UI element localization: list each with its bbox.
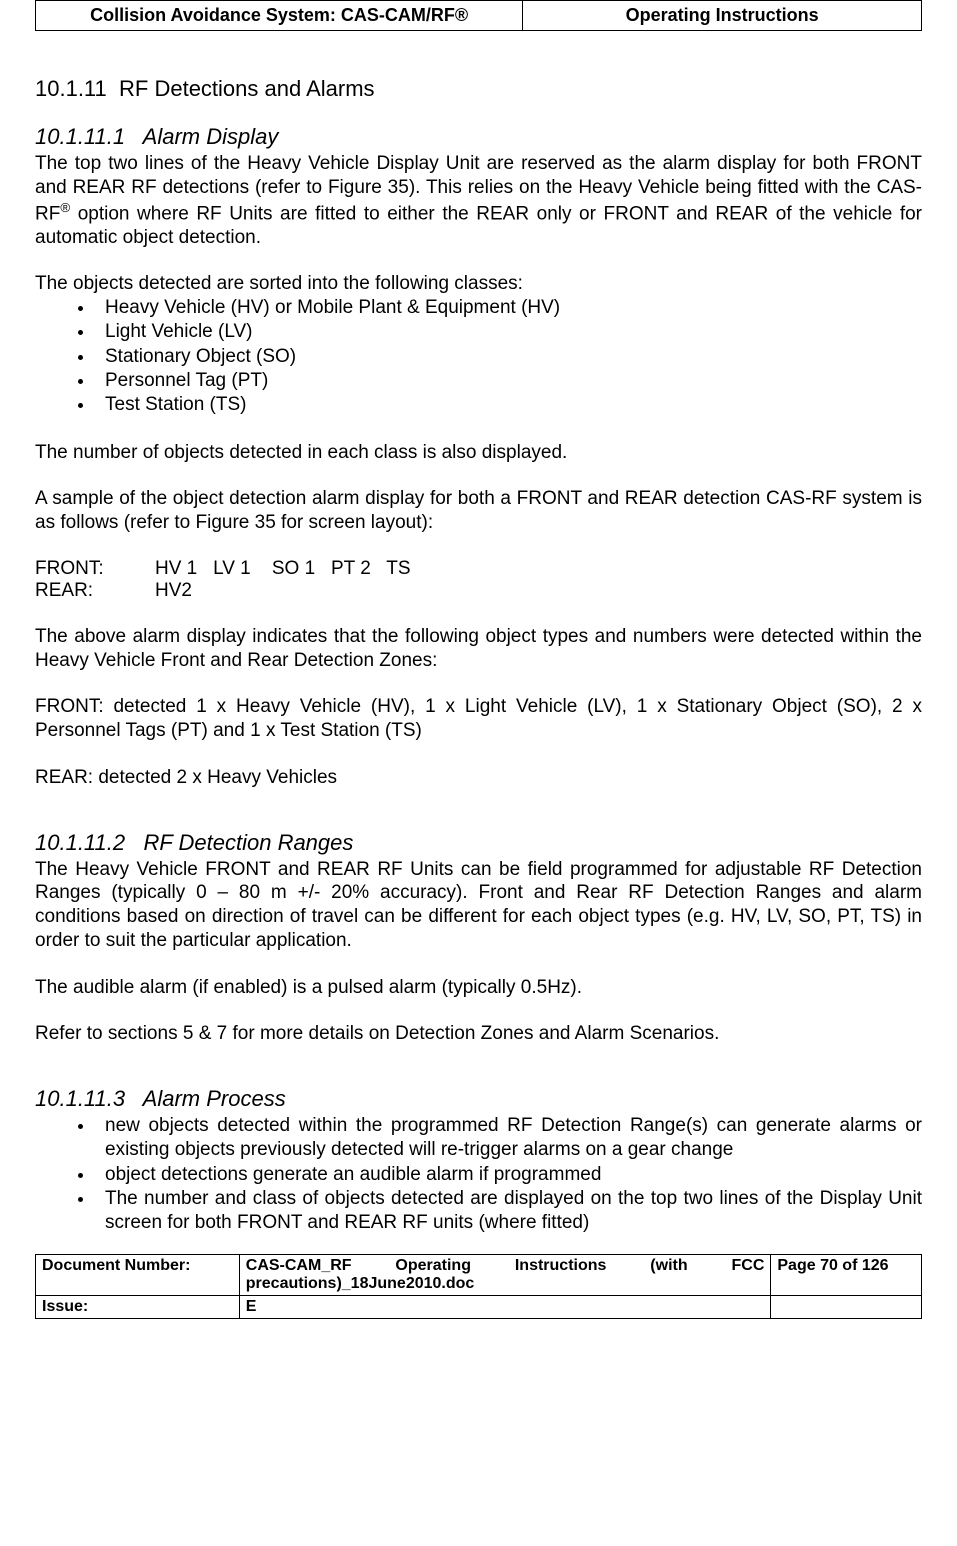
list-item: Test Station (TS) <box>95 393 922 417</box>
sample-rear-label: REAR: <box>35 580 155 602</box>
subsection-2-heading: 10.1.11.2 RF Detection Ranges <box>35 830 922 856</box>
sub1-para3: The number of objects detected in each c… <box>35 441 922 465</box>
sub2-para2: The audible alarm (if enabled) is a puls… <box>35 976 922 1000</box>
alarm-process-list: new objects detected within the programm… <box>35 1114 922 1236</box>
doc-number-value: CAS-CAM_RF Operating Instructions (with … <box>239 1254 771 1295</box>
sub2-para1: The Heavy Vehicle FRONT and REAR RF Unit… <box>35 858 922 953</box>
issue-label: Issue: <box>36 1295 240 1318</box>
list-item: Personnel Tag (PT) <box>95 369 922 393</box>
subsection-3-number: 10.1.11.3 <box>35 1086 125 1111</box>
sample-front-value: HV 1 LV 1 SO 1 PT 2 TS <box>155 558 411 580</box>
list-item: Light Vehicle (LV) <box>95 320 922 344</box>
subsection-2-title: RF Detection Ranges <box>143 830 353 855</box>
sub1-para7: REAR: detected 2 x Heavy Vehicles <box>35 766 922 790</box>
subsection-2-number: 10.1.11.2 <box>35 830 125 855</box>
object-class-list: Heavy Vehicle (HV) or Mobile Plant & Equ… <box>35 296 922 418</box>
subsection-1-title: Alarm Display <box>143 124 279 149</box>
issue-value: E <box>239 1295 771 1318</box>
subsection-3-title: Alarm Process <box>143 1086 286 1111</box>
sample-front-row: FRONT: HV 1 LV 1 SO 1 PT 2 TS <box>35 558 922 580</box>
list-item: new objects detected within the programm… <box>95 1114 922 1163</box>
sub1-para5: The above alarm display indicates that t… <box>35 625 922 673</box>
sample-rear-value: HV2 <box>155 580 192 602</box>
section-heading: 10.1.11 RF Detections and Alarms <box>35 76 922 102</box>
subsection-1-heading: 10.1.11.1 Alarm Display <box>35 124 922 150</box>
sub1-para1: The top two lines of the Heavy Vehicle D… <box>35 152 922 249</box>
registered-mark: ® <box>60 200 70 215</box>
list-item: Stationary Object (SO) <box>95 345 922 369</box>
list-item: Heavy Vehicle (HV) or Mobile Plant & Equ… <box>95 296 922 320</box>
page-header-table: Collision Avoidance System: CAS-CAM/RF® … <box>35 0 922 31</box>
page-number: Page 70 of 126 <box>771 1254 922 1295</box>
subsection-3-heading: 10.1.11.3 Alarm Process <box>35 1086 922 1112</box>
sub1-para6: FRONT: detected 1 x Heavy Vehicle (HV), … <box>35 695 922 743</box>
sample-rear-row: REAR: HV2 <box>35 580 922 602</box>
list-item: The number and class of objects detected… <box>95 1187 922 1236</box>
sample-front-label: FRONT: <box>35 558 155 580</box>
sub2-para3: Refer to sections 5 & 7 for more details… <box>35 1022 922 1046</box>
header-left: Collision Avoidance System: CAS-CAM/RF® <box>36 1 523 31</box>
page-footer-table: Document Number: CAS-CAM_RF Operating In… <box>35 1254 922 1319</box>
sub1-para4: A sample of the object detection alarm d… <box>35 487 922 535</box>
doc-number-label: Document Number: <box>36 1254 240 1295</box>
header-right: Operating Instructions <box>523 1 922 31</box>
section-title: RF Detections and Alarms <box>119 76 375 101</box>
subsection-1-number: 10.1.11.1 <box>35 124 125 149</box>
sub1-para2: The objects detected are sorted into the… <box>35 272 922 296</box>
list-item: object detections generate an audible al… <box>95 1163 922 1187</box>
section-number: 10.1.11 <box>35 76 107 101</box>
